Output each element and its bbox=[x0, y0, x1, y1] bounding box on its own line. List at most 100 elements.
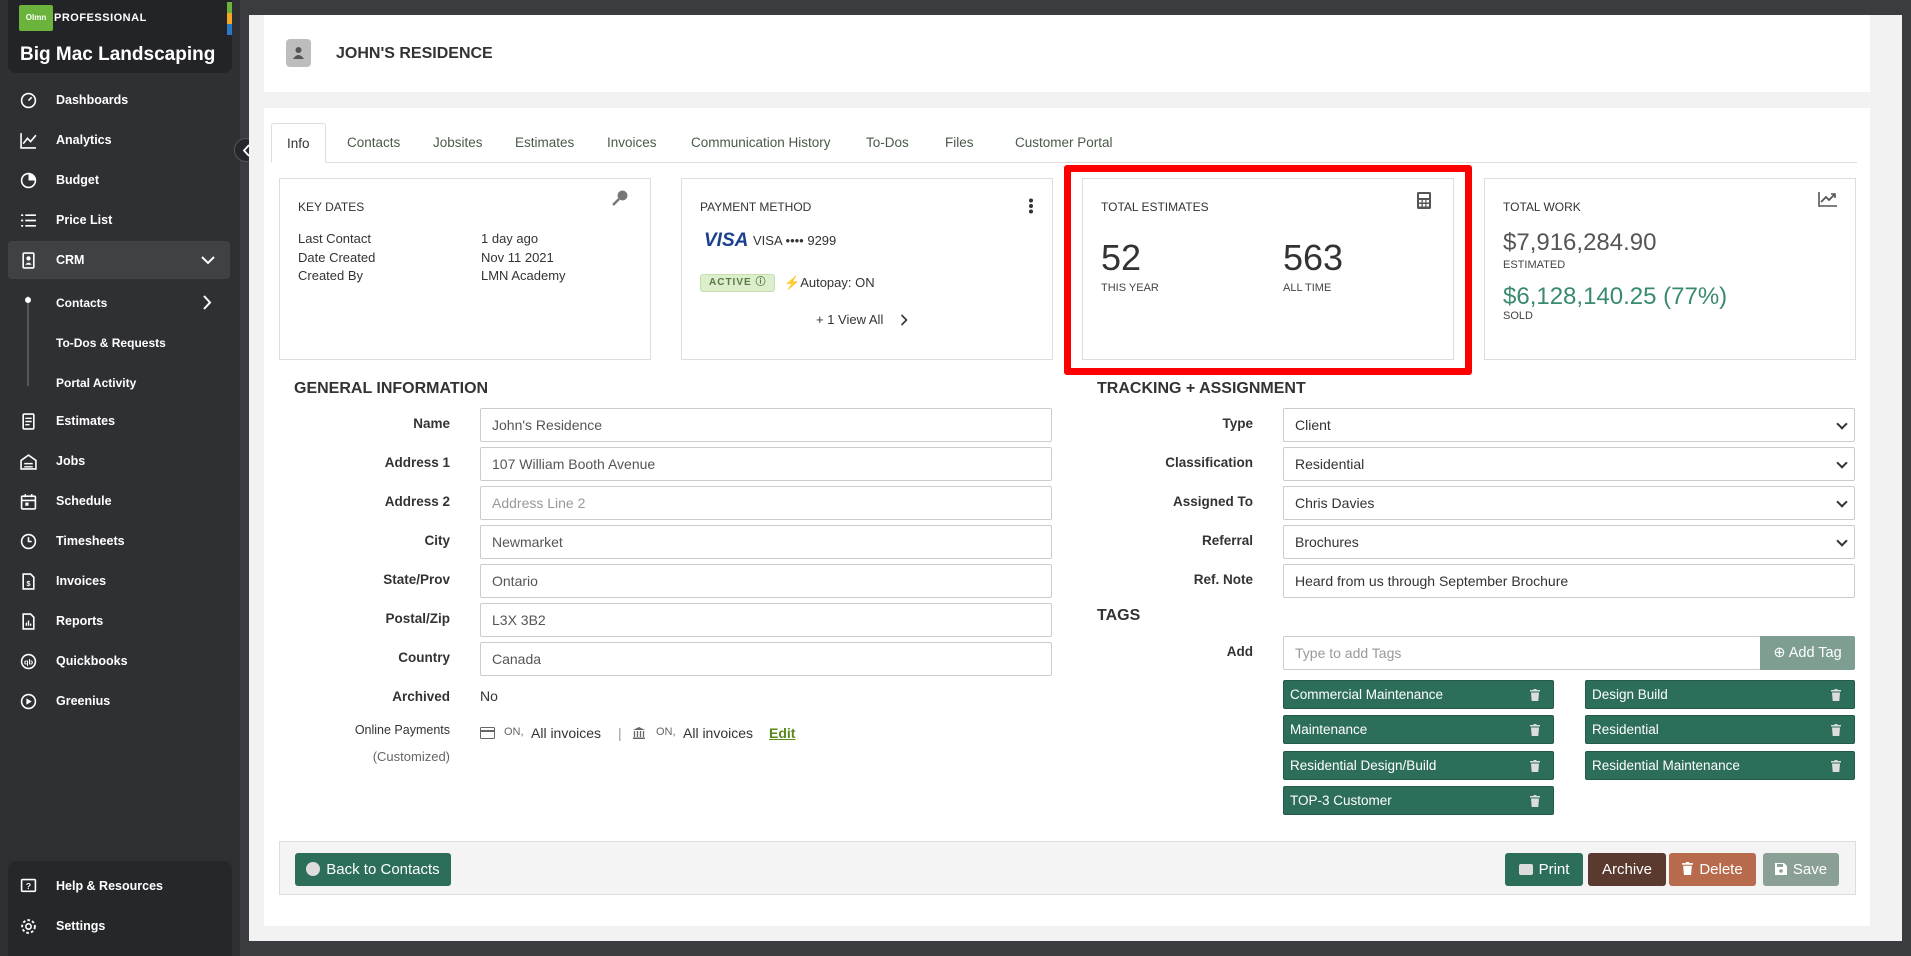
credit-card-icon bbox=[480, 727, 495, 739]
nav-label: Greenius bbox=[56, 694, 111, 708]
tab-customer-portal[interactable]: Customer Portal bbox=[1000, 123, 1128, 163]
budget-icon bbox=[20, 172, 37, 189]
nav-contacts[interactable]: Contacts bbox=[8, 284, 230, 322]
trash-icon[interactable] bbox=[1530, 760, 1540, 772]
view-all-link[interactable]: + 1 View All bbox=[816, 312, 908, 327]
trash-icon[interactable] bbox=[1530, 795, 1540, 807]
add-tag-text: Add Tag bbox=[1788, 645, 1842, 661]
nav-budget[interactable]: Budget bbox=[8, 161, 230, 199]
estimates-icon bbox=[22, 413, 35, 430]
archived-value: No bbox=[480, 688, 498, 704]
country-input[interactable]: Canada bbox=[480, 642, 1052, 676]
autopay-text: Autopay: ON bbox=[800, 275, 875, 290]
trash-icon[interactable] bbox=[1831, 760, 1841, 772]
payment-method-card: PAYMENT METHOD VISA VISA •••• 9299 ACTIV… bbox=[681, 178, 1053, 360]
address2-input[interactable]: Address Line 2 bbox=[480, 486, 1052, 520]
nav-schedule[interactable]: Schedule bbox=[8, 482, 230, 520]
add-tag-button[interactable]: ⊕ Add Tag bbox=[1760, 636, 1855, 670]
classification-select[interactable]: Residential bbox=[1283, 447, 1855, 481]
delete-text: Delete bbox=[1699, 861, 1743, 878]
trash-icon[interactable] bbox=[1831, 689, 1841, 701]
tag-chip: Residential Design/Build bbox=[1283, 751, 1554, 780]
tab-jobsites[interactable]: Jobsites bbox=[418, 123, 498, 163]
nav-dashboards[interactable]: Dashboards bbox=[8, 81, 230, 119]
nav-price-list[interactable]: Price List bbox=[8, 201, 230, 239]
back-text: Back to Contacts bbox=[326, 861, 440, 878]
trash-icon[interactable] bbox=[1530, 689, 1540, 701]
tab-communication-history[interactable]: Communication History bbox=[676, 123, 846, 163]
postal-input[interactable]: L3X 3B2 bbox=[480, 603, 1052, 637]
tab-todos[interactable]: To-Dos bbox=[851, 123, 924, 163]
tag-chip: TOP-3 Customer bbox=[1283, 786, 1554, 815]
tab-estimates[interactable]: Estimates bbox=[500, 123, 589, 163]
back-to-contacts-button[interactable]: Back to Contacts bbox=[295, 853, 451, 886]
edit-online-payments-link[interactable]: Edit bbox=[769, 725, 795, 741]
tab-invoices[interactable]: Invoices bbox=[592, 123, 672, 163]
print-text: Print bbox=[1538, 861, 1570, 878]
ref-note-input[interactable]: Heard from us through September Brochure bbox=[1283, 564, 1855, 598]
nav-greenius[interactable]: Greenius bbox=[8, 682, 230, 720]
nav-label: Budget bbox=[56, 173, 100, 187]
print-button[interactable]: Print bbox=[1505, 853, 1583, 886]
city-input[interactable]: Newmarket bbox=[480, 525, 1052, 559]
nav-label: Dashboards bbox=[56, 93, 129, 107]
state-label: State/Prov bbox=[383, 572, 450, 587]
nav-help-resources[interactable]: ? Help & Resources bbox=[8, 867, 230, 905]
nav-label: Contacts bbox=[56, 296, 108, 310]
tag-label: Design Build bbox=[1592, 687, 1668, 702]
gear-icon bbox=[21, 919, 36, 934]
trash-icon[interactable] bbox=[1831, 724, 1841, 736]
more-options-icon[interactable] bbox=[1028, 198, 1034, 214]
total-work-card: TOTAL WORK $7,916,284.90 ESTIMATED $6,12… bbox=[1484, 178, 1856, 360]
trash-icon bbox=[1682, 862, 1694, 875]
card-title: KEY DATES bbox=[298, 200, 365, 214]
last-contact-value: 1 day ago bbox=[481, 231, 539, 246]
tag-input[interactable]: Type to add Tags bbox=[1283, 636, 1761, 670]
contact-card-icon bbox=[286, 39, 311, 67]
address1-input[interactable]: 107 William Booth Avenue bbox=[480, 447, 1052, 481]
last-contact-label: Last Contact bbox=[298, 231, 371, 246]
nav-jobs[interactable]: Jobs bbox=[8, 442, 230, 480]
nav-reports[interactable]: Reports bbox=[8, 602, 230, 640]
archived-label: Archived bbox=[392, 689, 450, 704]
state-input[interactable]: Ontario bbox=[480, 564, 1052, 598]
nav-todos-requests[interactable]: To-Dos & Requests bbox=[8, 324, 230, 362]
type-select[interactable]: Client bbox=[1283, 408, 1855, 442]
price-list-icon bbox=[21, 214, 36, 227]
trash-icon[interactable] bbox=[1530, 724, 1540, 736]
address1-label: Address 1 bbox=[384, 455, 450, 470]
tab-contacts[interactable]: Contacts bbox=[332, 123, 415, 163]
tab-info[interactable]: Info bbox=[271, 123, 326, 163]
tag-label: Residential Maintenance bbox=[1592, 758, 1740, 773]
save-button[interactable]: Save bbox=[1763, 853, 1839, 886]
delete-button[interactable]: Delete bbox=[1669, 853, 1756, 886]
tag-chip: Residential Maintenance bbox=[1585, 751, 1855, 780]
select-value: Chris Davies bbox=[1295, 495, 1375, 511]
name-label: Name bbox=[413, 416, 450, 431]
timesheets-icon bbox=[20, 533, 37, 550]
referral-select[interactable]: Brochures bbox=[1283, 525, 1855, 559]
name-input[interactable]: John's Residence bbox=[480, 408, 1052, 442]
nav-timesheets[interactable]: Timesheets bbox=[8, 522, 230, 560]
tag-label: TOP-3 Customer bbox=[1290, 793, 1392, 808]
nav-estimates[interactable]: Estimates bbox=[8, 402, 230, 440]
greenius-icon bbox=[20, 693, 37, 710]
tag-chip: Commercial Maintenance bbox=[1283, 680, 1554, 709]
lmn-logo: Olmn bbox=[19, 5, 53, 31]
nav-quickbooks[interactable]: qb Quickbooks bbox=[8, 642, 230, 680]
nav-crm[interactable]: CRM bbox=[8, 241, 230, 279]
tab-files[interactable]: Files bbox=[930, 123, 989, 163]
crm-icon bbox=[22, 252, 35, 269]
assigned-to-select[interactable]: Chris Davies bbox=[1283, 486, 1855, 520]
status-text: ACTIVE bbox=[709, 277, 752, 288]
archive-button[interactable]: Archive bbox=[1588, 853, 1666, 886]
nav-portal-activity[interactable]: Portal Activity bbox=[8, 364, 230, 402]
dashboard-icon bbox=[20, 92, 37, 109]
address2-label: Address 2 bbox=[384, 494, 450, 509]
nav-invoices[interactable]: $ Invoices bbox=[8, 562, 230, 600]
invoices-icon: $ bbox=[22, 573, 35, 590]
nav-analytics[interactable]: Analytics bbox=[8, 121, 230, 159]
nav-settings[interactable]: Settings bbox=[8, 907, 230, 945]
company-name[interactable]: Big Mac Landscaping bbox=[20, 44, 215, 66]
schedule-icon bbox=[20, 494, 37, 510]
